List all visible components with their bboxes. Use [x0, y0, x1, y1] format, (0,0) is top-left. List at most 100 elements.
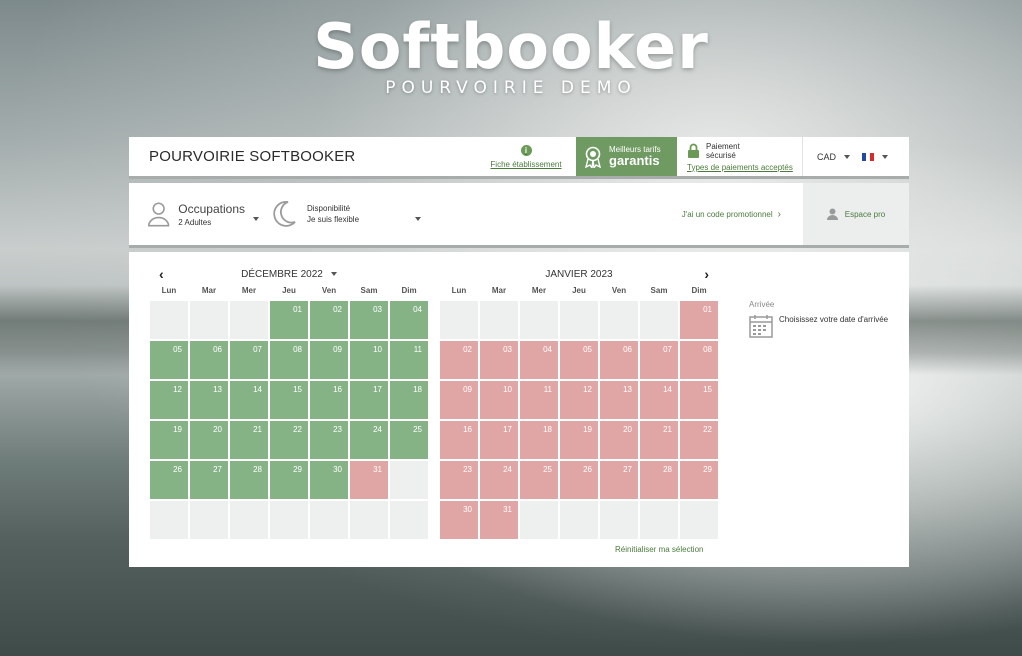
day-cell[interactable]: 28 — [640, 461, 678, 499]
empty-day-cell — [390, 501, 428, 539]
day-cell[interactable]: 21 — [230, 421, 268, 459]
promo-code-link[interactable]: J'ai un code promotionnel › — [429, 183, 803, 245]
day-cell[interactable]: 07 — [230, 341, 268, 379]
day-cell[interactable]: 09 — [310, 341, 348, 379]
day-cell[interactable]: 01 — [680, 301, 718, 339]
day-cell[interactable]: 16 — [440, 421, 478, 459]
day-cell[interactable]: 02 — [310, 301, 348, 339]
day-cell[interactable]: 03 — [480, 341, 518, 379]
day-cell[interactable]: 05 — [560, 341, 598, 379]
month-december: ‹ DÉCEMBRE 2022 Lun Mar Mer Jeu Ven Sam Dim 01… — [149, 262, 429, 540]
chevron-down-icon[interactable] — [330, 272, 337, 276]
day-cell[interactable]: 06 — [600, 341, 638, 379]
day-cell[interactable]: 23 — [310, 421, 348, 459]
day-cell[interactable]: 12 — [560, 381, 598, 419]
day-cell[interactable]: 19 — [150, 421, 188, 459]
day-cell[interactable]: 04 — [390, 301, 428, 339]
day-cell[interactable]: 30 — [310, 461, 348, 499]
logo-title: Softbooker — [313, 10, 709, 83]
day-cell[interactable]: 15 — [270, 381, 308, 419]
payment-types-link[interactable]: Types de paiements acceptés — [687, 163, 802, 172]
day-cell[interactable]: 24 — [480, 461, 518, 499]
day-cell[interactable]: 03 — [350, 301, 388, 339]
currency-language-selector[interactable]: CAD — [803, 137, 909, 176]
espace-pro-button[interactable]: Espace pro — [803, 183, 909, 245]
day-cell[interactable]: 07 — [640, 341, 678, 379]
day-cell[interactable]: 10 — [480, 381, 518, 419]
day-cell[interactable]: 20 — [190, 421, 228, 459]
best-price-badge: Meilleurs tarifs garantis — [576, 137, 677, 176]
day-cell[interactable]: 23 — [440, 461, 478, 499]
fiche-etablissement-link[interactable]: i Fiche établissement — [476, 137, 576, 176]
day-cell[interactable]: 08 — [270, 341, 308, 379]
day-cell[interactable]: 20 — [600, 421, 638, 459]
occupations-label: Occupations — [178, 201, 245, 216]
day-cell[interactable]: 21 — [640, 421, 678, 459]
day-cell[interactable]: 24 — [350, 421, 388, 459]
day-cell[interactable]: 18 — [520, 421, 558, 459]
day-cell[interactable]: 30 — [440, 501, 478, 539]
payment-info: Paiement sécurisé Types de paiements acc… — [677, 137, 803, 176]
day-cell[interactable]: 22 — [680, 421, 718, 459]
empty-day-cell — [150, 501, 188, 539]
day-cell[interactable]: 26 — [150, 461, 188, 499]
weekday-label: Jeu — [572, 286, 586, 295]
reset-selection-link[interactable]: Réinitialiser ma sélection — [615, 545, 703, 554]
day-grid: 01 02 03 04 05 06 07 08 09 10 11 12 13 14 15 16 17 18 19 20… — [439, 300, 719, 540]
fiche-link-label: Fiche établissement — [490, 159, 562, 169]
day-cell[interactable]: 01 — [270, 301, 308, 339]
day-cell[interactable]: 17 — [480, 421, 518, 459]
day-cell[interactable]: 27 — [600, 461, 638, 499]
day-cell[interactable]: 15 — [680, 381, 718, 419]
weekday-label: Mar — [201, 286, 217, 295]
day-cell[interactable]: 13 — [600, 381, 638, 419]
day-cell[interactable]: 27 — [190, 461, 228, 499]
day-cell[interactable]: 25 — [390, 421, 428, 459]
day-cell[interactable]: 29 — [270, 461, 308, 499]
day-cell[interactable]: 14 — [640, 381, 678, 419]
day-cell[interactable]: 16 — [310, 381, 348, 419]
day-cell[interactable]: 31 — [350, 461, 388, 499]
day-cell[interactable]: 19 — [560, 421, 598, 459]
day-cell[interactable]: 26 — [560, 461, 598, 499]
arrival-info: Arrivée Choisissez votre date d'arrivée — [749, 300, 889, 338]
weekday-label: Sam — [360, 286, 378, 295]
day-cell[interactable]: 18 — [390, 381, 428, 419]
chevron-right-icon: › — [777, 208, 781, 220]
chevron-left-icon[interactable]: ‹ — [159, 266, 164, 282]
day-cell[interactable]: 31 — [480, 501, 518, 539]
occupations-selector[interactable]: Occupations 2 Adultes — [129, 183, 259, 245]
day-cell[interactable]: 28 — [230, 461, 268, 499]
empty-day-cell — [350, 501, 388, 539]
day-cell[interactable]: 13 — [190, 381, 228, 419]
day-cell[interactable]: 14 — [230, 381, 268, 419]
month-header: ‹ DÉCEMBRE 2022 — [149, 262, 429, 286]
person-icon — [147, 202, 170, 227]
day-cell[interactable]: 10 — [350, 341, 388, 379]
empty-day-cell — [680, 501, 718, 539]
day-cell[interactable]: 29 — [680, 461, 718, 499]
day-cell[interactable]: 06 — [190, 341, 228, 379]
day-cell[interactable]: 12 — [150, 381, 188, 419]
day-cell[interactable]: 17 — [350, 381, 388, 419]
weekday-label: Dim — [401, 286, 417, 295]
day-cell[interactable]: 22 — [270, 421, 308, 459]
empty-day-cell — [230, 501, 268, 539]
day-cell[interactable]: 05 — [150, 341, 188, 379]
search-bar: Occupations 2 Adultes Disponibilité Je s… — [129, 183, 909, 248]
empty-day-cell — [270, 501, 308, 539]
brand-name: POURVOIRIE SOFTBOOKER — [149, 148, 356, 165]
day-cell[interactable]: 08 — [680, 341, 718, 379]
chevron-right-icon[interactable]: › — [704, 266, 709, 282]
day-cell[interactable]: 11 — [520, 381, 558, 419]
availability-selector[interactable]: Disponibilité Je suis flexible — [259, 183, 429, 245]
flag-icon — [862, 152, 875, 161]
day-cell[interactable]: 04 — [520, 341, 558, 379]
weekday-label: Jeu — [282, 286, 296, 295]
day-grid: 01 02 03 04 05 06 07 08 09 10 11 12 13 14 15 16 17 18 19 20… — [149, 300, 429, 540]
day-cell[interactable]: 11 — [390, 341, 428, 379]
empty-day-cell — [190, 501, 228, 539]
day-cell[interactable]: 09 — [440, 381, 478, 419]
day-cell[interactable]: 02 — [440, 341, 478, 379]
day-cell[interactable]: 25 — [520, 461, 558, 499]
